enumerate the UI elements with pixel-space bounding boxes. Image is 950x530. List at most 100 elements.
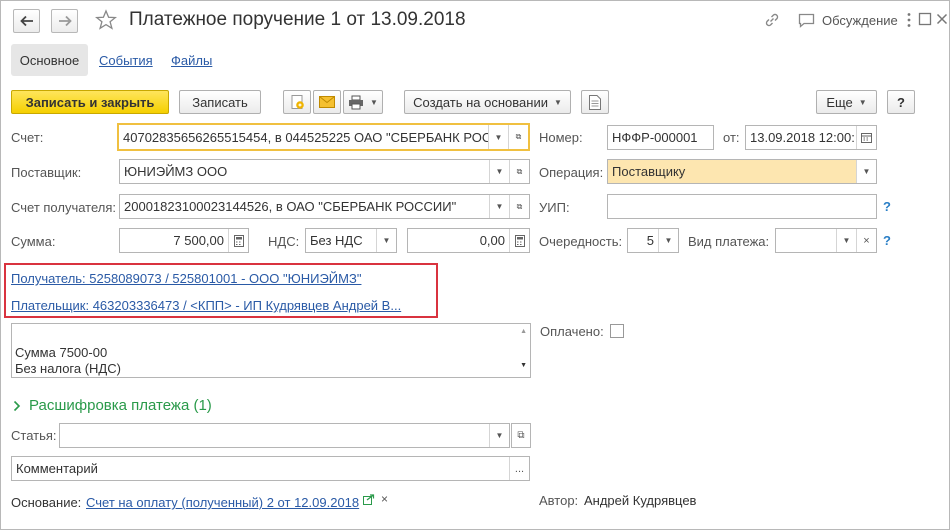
supplier-label: Поставщик: bbox=[11, 165, 82, 180]
chevron-down-icon[interactable]: ▼ bbox=[489, 160, 509, 183]
decoding-section-toggle[interactable]: Расшифровка платежа (1) bbox=[13, 397, 212, 414]
operation-label: Операция: bbox=[539, 165, 604, 180]
ellipsis-icon[interactable]: ... bbox=[509, 457, 529, 480]
print-button[interactable]: ▼ bbox=[343, 90, 383, 114]
maximize-button[interactable] bbox=[918, 12, 932, 29]
priority-label: Очередность: bbox=[539, 234, 623, 249]
recipient-link[interactable]: Получатель: 5258089073 / 525801001 - ООО… bbox=[11, 271, 361, 286]
payer-link[interactable]: Плательщик: 463203336473 / <КПП> - ИП Ку… bbox=[11, 298, 401, 313]
clear-icon[interactable]: × bbox=[856, 229, 876, 252]
create-based-on-button[interactable]: Создать на основании ▼ bbox=[404, 90, 571, 114]
number-value: НФФР-000001 bbox=[612, 130, 698, 145]
date-field[interactable]: 13.09.2018 12:00: bbox=[745, 125, 877, 150]
vat-sum-field[interactable]: 0,00 bbox=[407, 228, 530, 253]
page-title: Платежное поручение 1 от 13.09.2018 bbox=[129, 9, 466, 30]
recipient-account-field[interactable]: 20001823100023144526, в ОАО "СБЕРБАНК РО… bbox=[119, 194, 530, 219]
vat-field[interactable]: Без НДС ▼ bbox=[305, 228, 397, 253]
chevron-down-icon[interactable]: ▼ bbox=[488, 125, 508, 149]
priority-value: 5 bbox=[646, 233, 654, 248]
calculator-icon[interactable] bbox=[228, 229, 248, 252]
date-value: 13.09.2018 12:00: bbox=[750, 130, 855, 145]
report-button[interactable] bbox=[581, 90, 609, 114]
payment-type-help-icon[interactable]: ? bbox=[883, 233, 891, 248]
article-field[interactable]: ▼ bbox=[59, 423, 510, 448]
chevron-down-icon: ▼ bbox=[858, 97, 867, 107]
basis-remove-icon[interactable]: × bbox=[381, 492, 388, 506]
payment-type-field[interactable]: ▼ × bbox=[775, 228, 877, 253]
number-label: Номер: bbox=[539, 130, 583, 145]
star-icon bbox=[94, 9, 118, 30]
favorite-button[interactable] bbox=[94, 9, 118, 34]
payment-type-label: Вид платежа: bbox=[688, 234, 770, 249]
arrow-left-icon bbox=[19, 15, 33, 27]
chevron-down-icon: ▼ bbox=[370, 97, 378, 107]
basis-link[interactable]: Счет на оплату (полученный) 2 от 12.09.2… bbox=[86, 495, 359, 510]
chevron-down-icon[interactable]: ▼ bbox=[376, 229, 396, 252]
operation-value: Поставщику bbox=[612, 164, 686, 179]
scroll-up-icon[interactable]: ▲ bbox=[520, 328, 527, 335]
recipient-account-value: 20001823100023144526, в ОАО "СБЕРБАНК РО… bbox=[124, 199, 457, 214]
article-label: Статья: bbox=[11, 428, 57, 443]
tab-events[interactable]: События bbox=[99, 53, 153, 68]
calendar-icon[interactable] bbox=[856, 126, 876, 149]
author-value: Андрей Кудрявцев bbox=[584, 493, 697, 508]
operation-field[interactable]: Поставщику ▼ bbox=[607, 159, 877, 184]
email-icon bbox=[319, 96, 335, 108]
tab-main[interactable]: Основное bbox=[11, 44, 88, 76]
decoding-title: Расшифровка платежа (1) bbox=[29, 397, 212, 414]
payment-order-window: Платежное поручение 1 от 13.09.2018 Обсу… bbox=[0, 0, 950, 530]
open-icon: ⧉ bbox=[517, 430, 525, 441]
basis-open-icon[interactable] bbox=[363, 494, 375, 509]
payment-purpose-textarea[interactable]: Сумма 7500-00 Без налога (НДС) ▲ ▼ bbox=[11, 323, 531, 378]
chevron-down-icon[interactable]: ▼ bbox=[856, 160, 876, 183]
more-label: Еще bbox=[826, 94, 853, 110]
chevron-down-icon[interactable]: ▼ bbox=[489, 195, 509, 218]
discussion-label: Обсуждение bbox=[822, 13, 898, 28]
create-based-label: Создать на основании bbox=[413, 94, 548, 110]
scroll-down-icon[interactable]: ▼ bbox=[520, 362, 527, 369]
chevron-down-icon[interactable]: ▼ bbox=[836, 229, 856, 252]
tab-files[interactable]: Файлы bbox=[171, 53, 212, 68]
close-button[interactable] bbox=[936, 12, 948, 29]
arrow-right-icon bbox=[58, 15, 72, 27]
attach-file-button[interactable] bbox=[283, 90, 311, 114]
account-value: 40702835656265515454, в 044525225 ОАО "С… bbox=[123, 129, 488, 145]
calculator-icon[interactable] bbox=[509, 229, 529, 252]
uip-field[interactable] bbox=[607, 194, 877, 219]
recipient-account-label: Счет получателя: bbox=[11, 200, 117, 215]
help-button[interactable]: ? bbox=[887, 90, 915, 114]
forward-button[interactable] bbox=[51, 9, 78, 33]
uip-label: УИП: bbox=[539, 200, 570, 215]
purpose-line-1: Сумма 7500-00 bbox=[15, 345, 108, 360]
more-button[interactable]: Еще ▼ bbox=[816, 90, 877, 114]
sum-value: 7 500,00 bbox=[173, 233, 224, 248]
vat-sum-value: 0,00 bbox=[479, 233, 505, 248]
paid-checkbox[interactable] bbox=[610, 324, 624, 338]
account-field[interactable]: 40702835656265515454, в 044525225 ОАО "С… bbox=[117, 123, 530, 151]
email-button[interactable] bbox=[313, 90, 341, 114]
open-icon[interactable]: ⧉ bbox=[508, 125, 528, 149]
priority-field[interactable]: 5 ▼ bbox=[627, 228, 679, 253]
number-field[interactable]: НФФР-000001 bbox=[607, 125, 714, 150]
discussion-button[interactable]: Обсуждение bbox=[798, 13, 898, 28]
link-button[interactable] bbox=[763, 11, 781, 32]
uip-help-icon[interactable]: ? bbox=[883, 199, 891, 214]
save-button[interactable]: Записать bbox=[179, 90, 261, 114]
chevron-down-icon[interactable]: ▼ bbox=[658, 229, 678, 252]
open-icon[interactable]: ⧉ bbox=[509, 160, 529, 183]
article-open-button[interactable]: ⧉ bbox=[511, 423, 531, 448]
more-menu-button[interactable] bbox=[906, 12, 912, 31]
account-label: Счет: bbox=[11, 130, 44, 145]
purpose-line-2: Без налога (НДС) bbox=[15, 361, 121, 376]
supplier-field[interactable]: ЮНИЭЙМЗ ООО ▼ ⧉ bbox=[119, 159, 530, 184]
comment-field[interactable]: Комментарий ... bbox=[11, 456, 530, 481]
kebab-icon bbox=[907, 13, 911, 27]
chevron-right-icon bbox=[13, 400, 21, 411]
comment-placeholder: Комментарий bbox=[16, 461, 98, 476]
chevron-down-icon[interactable]: ▼ bbox=[489, 424, 509, 447]
link-icon bbox=[765, 13, 779, 27]
save-and-close-button[interactable]: Записать и закрыть bbox=[11, 90, 169, 114]
open-icon[interactable]: ⧉ bbox=[509, 195, 529, 218]
back-button[interactable] bbox=[13, 9, 40, 33]
sum-field[interactable]: 7 500,00 bbox=[119, 228, 249, 253]
